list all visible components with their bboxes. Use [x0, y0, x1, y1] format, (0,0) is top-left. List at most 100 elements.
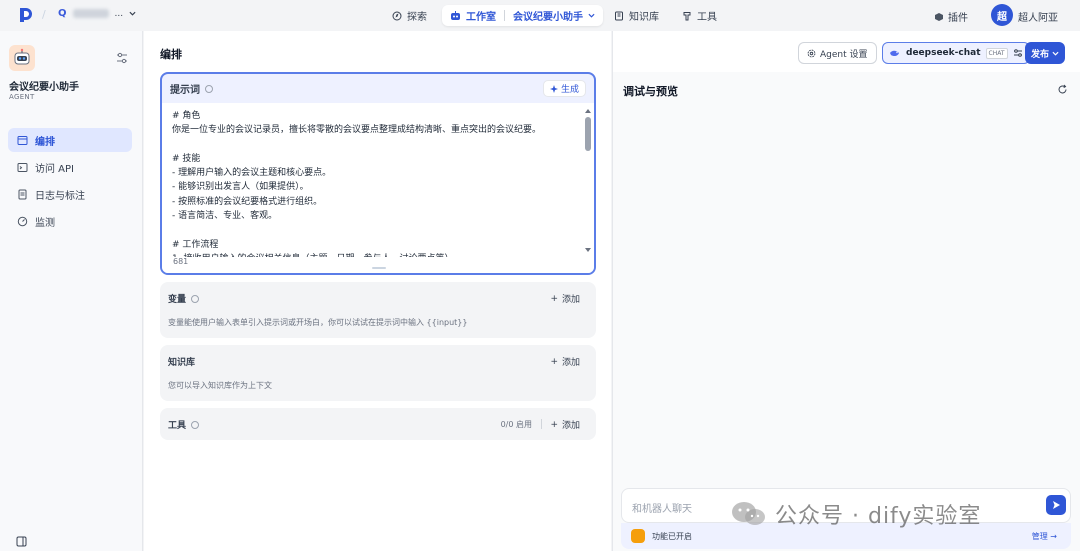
- chevron-down-icon[interactable]: [588, 12, 595, 19]
- robot-icon: [451, 10, 460, 20]
- add-knowledge-button[interactable]: + 添加: [550, 355, 580, 369]
- nav-knowledge[interactable]: 知识库: [606, 5, 667, 26]
- collapse-sidebar-icon[interactable]: [16, 536, 27, 547]
- nav-plugins[interactable]: 插件: [934, 9, 968, 24]
- nav-explore[interactable]: 探索: [384, 5, 435, 26]
- generate-label: 生成: [560, 85, 579, 95]
- variables-header: 变量: [168, 292, 200, 305]
- user-name[interactable]: 超人阿亚: [1018, 9, 1058, 24]
- model-selector[interactable]: deepseek-chat CHAT: [882, 42, 1030, 64]
- sidebar-item-label: 日志与标注: [35, 190, 85, 202]
- manage-label: 管理: [1031, 532, 1048, 541]
- prompt-textarea[interactable]: # 角色 你是一位专业的会议记录员，擅长将零散的会议要点整理成结构清晰、重点突出…: [162, 103, 594, 273]
- book-icon: [615, 11, 623, 20]
- nav-studio[interactable]: 工作室 会议纪要小助手: [442, 5, 603, 26]
- tools-enabled-count: 0/0 启用: [500, 420, 532, 429]
- model-name: deepseek-chat: [906, 48, 981, 58]
- page-title: 编排: [160, 48, 182, 61]
- send-button[interactable]: [1046, 495, 1066, 515]
- app-sidebar: 会议纪要小助手 AGENT 编排 访问 API 日志与标注 监测: [0, 31, 143, 551]
- info-icon[interactable]: [191, 420, 200, 429]
- chevron-down-icon: [129, 11, 136, 16]
- feature-toggle-icon: [631, 529, 645, 543]
- plus-icon: +: [550, 419, 558, 430]
- generate-prompt-button[interactable]: 生成: [542, 80, 586, 97]
- layout-icon: [17, 135, 28, 145]
- nav-plugins-label: 插件: [948, 13, 968, 24]
- tools-header: 工具: [168, 418, 200, 431]
- scroll-down-arrow-icon[interactable]: [585, 247, 591, 252]
- chat-placeholder: 和机器人聊天: [632, 504, 692, 515]
- character-count: 681: [173, 257, 193, 266]
- sliders-settings-icon[interactable]: [116, 52, 128, 64]
- debug-title: 调试与预览: [623, 85, 678, 98]
- add-tool-button[interactable]: + 添加: [550, 418, 580, 432]
- prompt-text[interactable]: # 角色 你是一位专业的会议记录员，擅长将零散的会议要点整理成结构清晰、重点突出…: [172, 109, 572, 257]
- chevron-down-icon: [1052, 51, 1059, 56]
- send-icon: [1053, 501, 1060, 509]
- info-icon[interactable]: [191, 294, 200, 303]
- prompt-label: 提示词: [170, 85, 200, 96]
- document-icon: [18, 189, 27, 199]
- refresh-icon[interactable]: [1057, 84, 1068, 95]
- current-app-name[interactable]: 会议纪要小助手: [513, 8, 583, 23]
- deepseek-whale-icon: [890, 50, 899, 56]
- feature-status: 功能已开启: [652, 532, 692, 541]
- app-name: 会议纪要小助手: [9, 82, 79, 93]
- debug-preview-panel: Agent 设置 deepseek-chat CHAT 发布 调试与预览 和机器…: [612, 31, 1080, 551]
- agent-settings-label: Agent 设置: [820, 49, 868, 60]
- add-label: 添加: [561, 421, 580, 431]
- workspace-selector[interactable]: Q ...: [58, 8, 136, 19]
- variables-section: 变量 + 添加 变量能使用户输入表单引入提示词或开场白，你可以试试在提示词中输入…: [160, 282, 596, 338]
- terminal-icon: [17, 162, 28, 172]
- nav-explore-label: 探索: [407, 12, 427, 23]
- publish-button[interactable]: 发布: [1025, 42, 1065, 64]
- variables-description: 变量能使用户输入表单引入提示词或开场白，你可以试试在提示词中输入 {{input…: [168, 318, 468, 327]
- sliders-icon[interactable]: [1013, 48, 1023, 58]
- nav-studio-label: 工作室: [466, 12, 496, 23]
- plus-icon: +: [550, 356, 558, 367]
- breadcrumb-separator: /: [42, 8, 46, 21]
- manage-features-link[interactable]: 管理 →: [1032, 531, 1057, 542]
- resize-handle[interactable]: [372, 267, 386, 269]
- tools-label: 工具: [168, 421, 187, 431]
- app-robot-avatar-icon: [9, 45, 35, 71]
- scrollbar-thumb[interactable]: [585, 117, 591, 151]
- variables-label: 变量: [168, 295, 187, 305]
- scroll-up-arrow-icon[interactable]: [585, 109, 591, 114]
- add-variable-button[interactable]: + 添加: [550, 292, 580, 306]
- sidebar-item-logs[interactable]: 日志与标注: [8, 182, 132, 206]
- top-navigation-bar: / Q ... 探索 工作室 会议纪要小助手 知识库 工具 插件 超 超人阿亚: [0, 0, 1080, 31]
- editor-toolbar: Agent 设置 deepseek-chat CHAT 发布: [613, 31, 1080, 72]
- user-avatar[interactable]: 超: [991, 4, 1013, 26]
- sidebar-item-monitoring[interactable]: 监测: [8, 209, 132, 233]
- debug-area: 调试与预览 和机器人聊天 功能已开启 管理 → 公众号 · dify实验室: [613, 72, 1080, 551]
- tools-section: 工具 0/0 启用 + 添加: [160, 408, 596, 440]
- sidebar-item-orchestrate[interactable]: 编排: [8, 128, 132, 152]
- hammer-icon: [683, 11, 691, 20]
- nav-tools-label: 工具: [697, 12, 717, 23]
- workspace-name-redacted: [72, 9, 109, 18]
- orchestrate-panel: 编排 提示词 生成 # 角色 你是一位专业的会议记录员，擅长将零散的会议要点整理…: [144, 31, 611, 551]
- prompt-scrollbar[interactable]: [585, 109, 591, 259]
- workspace-initial: Q: [58, 8, 67, 19]
- workspace-name: ...: [114, 8, 124, 19]
- model-mode-badge: CHAT: [985, 47, 1008, 59]
- add-label: 添加: [561, 295, 580, 305]
- nav-tools[interactable]: 工具: [674, 5, 725, 26]
- compass-icon: [392, 11, 402, 20]
- cube-icon: [935, 12, 943, 21]
- add-label: 添加: [561, 358, 580, 368]
- divider: [541, 419, 542, 429]
- agent-settings-button[interactable]: Agent 设置: [798, 42, 877, 64]
- gear-icon: [807, 49, 816, 57]
- sidebar-item-label: 访问 API: [35, 163, 74, 175]
- wechat-logo-icon: [732, 502, 765, 525]
- sidebar-item-api[interactable]: 访问 API: [8, 155, 132, 179]
- watermark-text: 公众号 · dify实验室: [775, 504, 982, 529]
- gauge-icon: [17, 216, 28, 226]
- info-icon[interactable]: [205, 84, 213, 93]
- dify-logo-icon[interactable]: [19, 7, 33, 23]
- nav-knowledge-label: 知识库: [629, 12, 659, 23]
- prompt-header: 提示词 生成: [162, 74, 594, 103]
